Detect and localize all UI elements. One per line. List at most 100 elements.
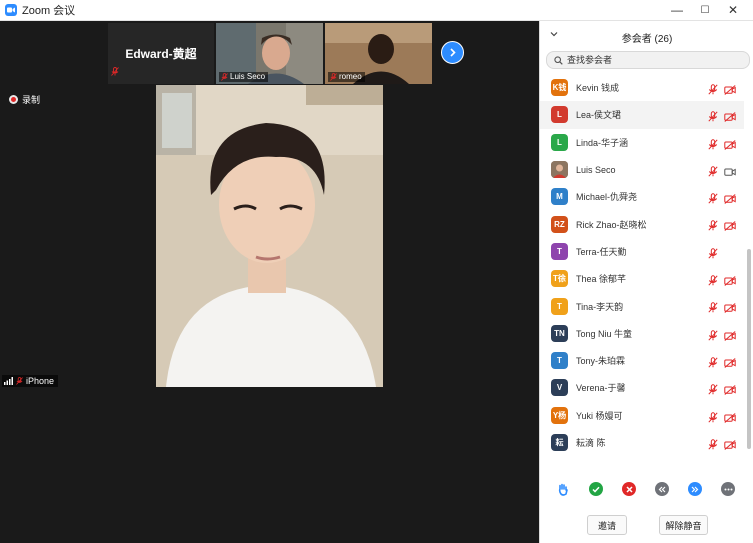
video-off-icon[interactable] (724, 82, 736, 100)
participant-status-icons (708, 218, 736, 236)
mic-muted-icon[interactable] (708, 246, 718, 264)
participant-row[interactable]: T Tony-朱珀霖 (540, 347, 744, 374)
participant-status-icons (708, 164, 736, 182)
video-off-icon[interactable] (724, 273, 736, 291)
panel-title: 参会者 (26) (621, 34, 673, 45)
mic-muted-icon[interactable] (708, 82, 718, 100)
participant-status-icons (708, 410, 736, 428)
participant-row[interactable]: K钱 Kevin 钱成 (540, 74, 744, 101)
unmute-all-button[interactable]: 解除静音 (659, 515, 708, 535)
speaker-video-frame (156, 85, 383, 387)
mic-muted-icon[interactable] (708, 328, 718, 346)
video-off-icon[interactable] (724, 109, 736, 127)
tile-name: Luis Seco (230, 72, 266, 81)
participant-name: Michael-仇舜尧 (576, 192, 638, 203)
participant-name: Yuki 杨嫚可 (576, 410, 623, 421)
mic-muted-icon[interactable] (708, 410, 718, 428)
faster-icon[interactable] (688, 482, 702, 496)
mic-muted-icon[interactable] (708, 191, 718, 209)
participant-status-icons (708, 437, 736, 455)
video-tile-edward[interactable]: Edward-黄超 (108, 23, 214, 84)
video-on-icon[interactable] (724, 164, 736, 182)
participant-row[interactable]: Y杨 Yuki 杨嫚可 (540, 402, 744, 429)
invite-button[interactable]: 邀请 (587, 515, 627, 535)
participant-row[interactable]: T Terra-任天勤 (540, 238, 744, 265)
recording-label: 录制 (22, 95, 41, 105)
mic-muted-icon[interactable] (708, 300, 718, 318)
tile-label: Luis Seco (219, 72, 269, 82)
participant-row[interactable]: L Linda-华子涵 (540, 129, 744, 156)
participant-row[interactable]: RZ Rick Zhao-赵晓松 (540, 210, 744, 237)
participant-status-icons (708, 382, 736, 400)
participant-row[interactable]: T徐 Thea 徐郁芊 (540, 265, 744, 292)
panel-header: 参会者 (26) (540, 21, 753, 51)
participant-status-icons (708, 191, 736, 209)
mic-muted-icon[interactable] (708, 437, 718, 455)
participant-row[interactable]: T Tina-李天韵 (540, 292, 744, 319)
maximize-button[interactable]: ☐ (690, 0, 720, 20)
zoom-app-icon (5, 4, 17, 16)
mic-muted-icon[interactable] (708, 164, 718, 182)
video-tile-luis-seco[interactable]: Luis Seco (216, 23, 323, 84)
tile-name: romeo (339, 72, 362, 81)
avatar: T徐 (551, 270, 568, 288)
participant-name: Rick Zhao-赵晓松 (576, 219, 647, 230)
participant-status-icons (708, 328, 736, 346)
participant-row[interactable]: Luis Seco (540, 156, 744, 183)
mic-muted-icon[interactable] (708, 355, 718, 373)
video-off-icon[interactable] (724, 191, 736, 209)
participant-status-icons (708, 246, 736, 264)
mic-muted-icon[interactable] (708, 137, 718, 155)
next-page-button[interactable] (441, 41, 464, 64)
participant-status-icons (708, 300, 736, 318)
participant-row[interactable]: M Michael-仇舜尧 (540, 183, 744, 210)
mic-muted-icon[interactable] (708, 218, 718, 236)
video-off-icon[interactable] (724, 355, 736, 373)
participant-row[interactable]: TN Tong Niu 牛童 (540, 320, 744, 347)
participant-name: Linda-华子涵 (576, 137, 629, 148)
yes-icon[interactable] (589, 482, 603, 496)
video-off-icon[interactable] (724, 300, 736, 318)
recording-indicator[interactable]: 录制 (9, 93, 40, 106)
avatar: M (551, 188, 568, 206)
active-speaker-name: iPhone (26, 376, 55, 386)
participant-row[interactable]: L Lea-侯文珺 (540, 101, 744, 129)
search-input[interactable] (567, 55, 727, 65)
participant-row[interactable]: V Verena-于馨 (540, 374, 744, 401)
video-off-icon[interactable] (724, 382, 736, 400)
video-off-icon[interactable] (724, 410, 736, 428)
avatar: TN (551, 324, 568, 342)
mic-muted-icon[interactable] (708, 273, 718, 291)
avatar (551, 161, 568, 179)
signal-strength-icon (4, 377, 13, 385)
participant-name: Tong Niu 牛童 (576, 328, 633, 339)
participant-name: Tina-李天韵 (576, 301, 624, 312)
no-icon[interactable] (622, 482, 636, 496)
participant-row[interactable]: 耘耘滴 陈 (540, 429, 744, 456)
tile-label: romeo (328, 72, 365, 82)
participant-status-icons (708, 82, 736, 100)
video-off-icon[interactable] (724, 437, 736, 455)
video-off-icon[interactable] (724, 218, 736, 236)
raise-hand-icon[interactable] (556, 482, 570, 496)
participant-name: Lea-侯文珺 (576, 110, 622, 121)
participant-status-icons (708, 273, 736, 291)
mic-muted-icon[interactable] (708, 382, 718, 400)
video-off-icon[interactable] (724, 137, 736, 155)
mic-muted-icon[interactable] (708, 109, 718, 127)
participant-search[interactable] (546, 51, 750, 69)
close-button[interactable]: ✕ (718, 0, 748, 20)
title-bar: Zoom 会议 — ☐ ✕ (0, 0, 753, 21)
participant-name: Tony-朱珀霖 (576, 356, 626, 367)
participant-status-icons (708, 109, 736, 127)
slower-icon[interactable] (655, 482, 669, 496)
minimize-button[interactable]: — (662, 0, 692, 20)
more-icon[interactable] (721, 482, 735, 496)
video-tile-romeo[interactable]: romeo (325, 23, 432, 84)
participant-name: Kevin 钱成 (576, 83, 620, 94)
avatar: L (551, 133, 568, 151)
video-off-icon[interactable] (724, 328, 736, 346)
participant-list-scrollbar[interactable] (746, 74, 752, 474)
record-icon (9, 95, 18, 104)
participant-name: Terra-任天勤 (576, 246, 627, 257)
